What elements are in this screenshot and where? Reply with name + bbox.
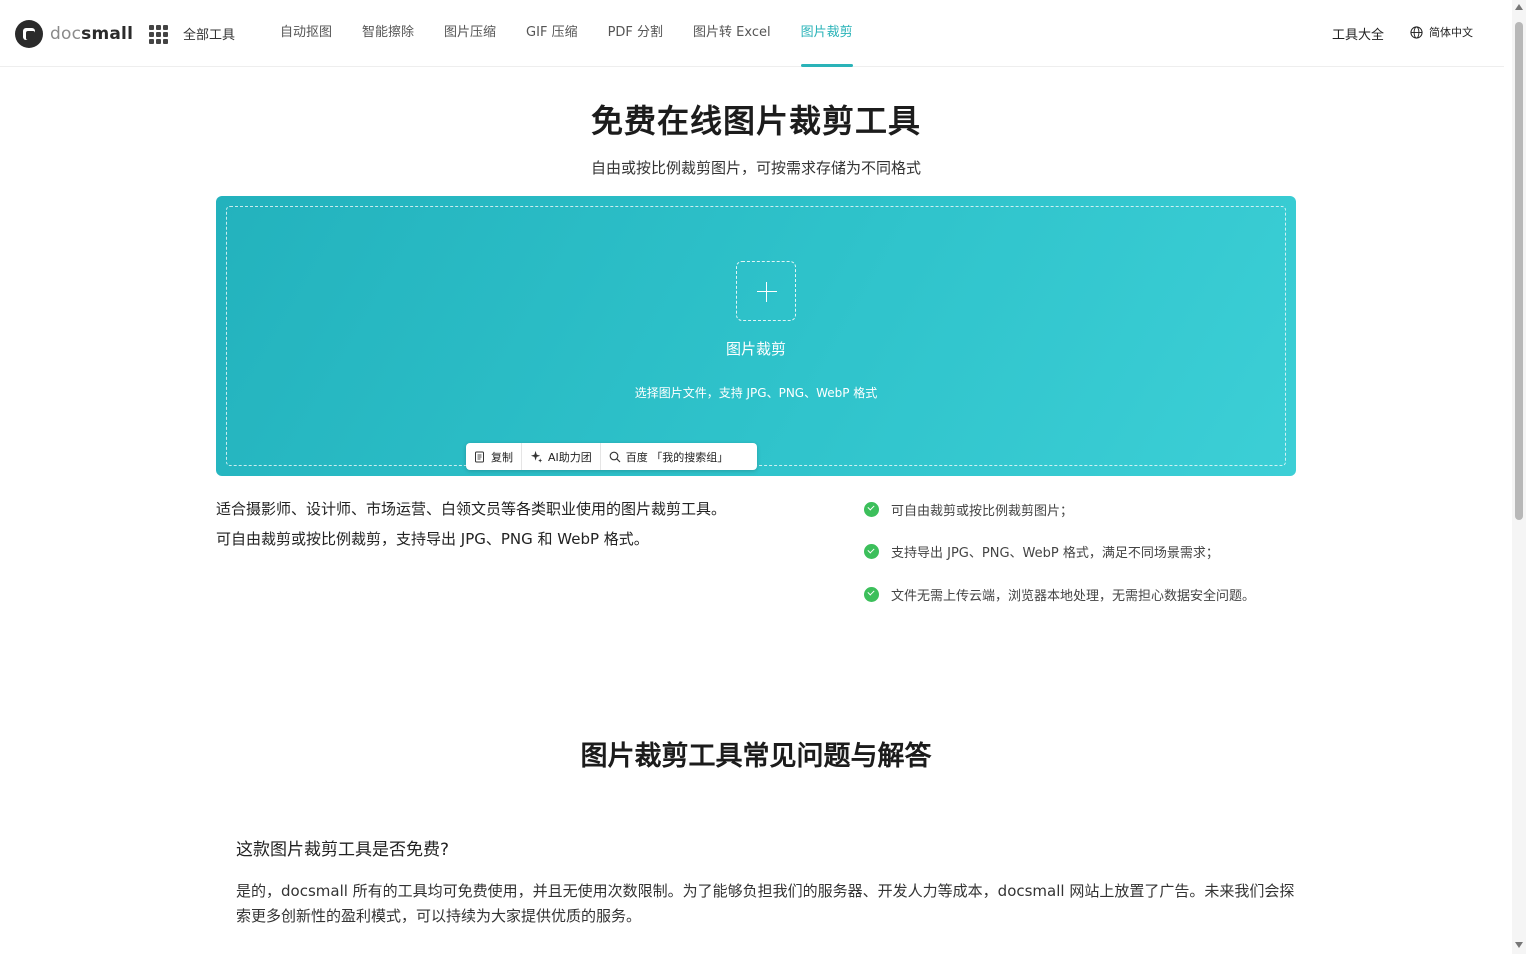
- search-icon: [609, 451, 621, 462]
- check-circle-icon: [864, 501, 879, 517]
- faq-title: 图片裁剪工具常见问题与解答: [580, 741, 932, 772]
- copy-label: 复制: [491, 450, 513, 464]
- language-selector[interactable]: 简体中文: [1410, 24, 1473, 40]
- top-header: docsmall 全部工具 自动抠图 智能擦除 图片压缩 GIF 压缩 PDF …: [0, 0, 1504, 67]
- page-scrollbar[interactable]: [1512, 0, 1526, 954]
- feature-text: 可自由裁剪或按比例裁剪图片；: [891, 503, 1074, 519]
- feature-text: 支持导出 JPG、PNG、WebP 格式，满足不同场景需求；: [891, 546, 1219, 561]
- scroll-down-arrow-icon[interactable]: [1515, 942, 1523, 948]
- copy-icon: [475, 451, 484, 462]
- scroll-up-arrow-icon[interactable]: [1515, 4, 1523, 10]
- feature-text: 文件无需上传云端，浏览器本地处理，无需担心数据安全问题。: [891, 588, 1256, 604]
- copy-button[interactable]: 复制: [466, 443, 522, 470]
- nav-item-image-crop[interactable]: 图片裁剪: [800, 0, 853, 67]
- add-file-plus-icon[interactable]: [736, 261, 796, 321]
- apps-grid-icon[interactable]: [149, 25, 168, 44]
- image-upload-dropzone[interactable]: 图片裁剪 选择图片文件，支持 JPG、PNG、WebP 格式 复制 AI助力团 …: [216, 196, 1296, 476]
- scroll-thumb[interactable]: [1515, 22, 1523, 520]
- page-title: 免费在线图片裁剪工具: [590, 102, 921, 140]
- logo-text: docsmall: [50, 24, 134, 44]
- feature-item: 文件无需上传云端，浏览器本地处理，无需担心数据安全问题。: [864, 583, 1255, 605]
- feature-item: 可自由裁剪或按比例裁剪图片；: [864, 498, 1255, 520]
- dropzone-hint: 选择图片文件，支持 JPG、PNG、WebP 格式: [634, 386, 878, 400]
- faq-question: 这款图片裁剪工具是否免费?: [236, 840, 450, 860]
- nav-item-smart-erase[interactable]: 智能擦除: [362, 0, 414, 67]
- nav-item-gif-compress[interactable]: GIF 压缩: [526, 0, 578, 67]
- logo-icon: [15, 20, 43, 48]
- main-nav: 自动抠图 智能擦除 图片压缩 GIF 压缩 PDF 分割 图片转 Excel 图…: [280, 0, 883, 67]
- sparkle-icon: [530, 450, 543, 463]
- globe-icon: [1410, 25, 1423, 39]
- feature-item: 支持导出 JPG、PNG、WebP 格式，满足不同场景需求；: [864, 541, 1255, 563]
- search-button[interactable]: 百度 「我的搜索组」: [601, 443, 737, 470]
- ai-assist-button[interactable]: AI助力团: [522, 443, 601, 470]
- page-subtitle: 自由或按比例裁剪图片，可按需求存储为不同格式: [590, 159, 921, 177]
- dropzone-border: 图片裁剪 选择图片文件，支持 JPG、PNG、WebP 格式 复制 AI助力团 …: [226, 206, 1286, 470]
- nav-item-image-compress[interactable]: 图片压缩: [444, 0, 496, 67]
- tools-directory-link[interactable]: 工具大全: [1332, 24, 1384, 43]
- feature-list: 可自由裁剪或按比例裁剪图片； 支持导出 JPG、PNG、WebP 格式，满足不同…: [864, 498, 1255, 626]
- nav-item-pdf-split[interactable]: PDF 分割: [608, 0, 663, 67]
- tool-description: 适合摄影师、设计师、市场运营、白领文员等各类职业使用的图片裁剪工具。可自由裁剪或…: [216, 500, 727, 548]
- check-circle-icon: [864, 586, 879, 602]
- text-selection-toolbar: 复制 AI助力团 百度 「我的搜索组」: [466, 443, 757, 470]
- nav-item-auto-cutout[interactable]: 自动抠图: [280, 0, 332, 67]
- faq-answer: 是的，docsmall 所有的工具均可免费使用，并且无使用次数限制。为了能够负担…: [236, 882, 1295, 925]
- search-label: 百度 「我的搜索组」: [625, 450, 729, 464]
- all-tools-link[interactable]: 全部工具: [183, 24, 235, 43]
- check-circle-icon: [864, 544, 879, 559]
- nav-item-image-to-excel[interactable]: 图片转 Excel: [693, 0, 771, 67]
- dropzone-label: 图片裁剪: [725, 340, 786, 358]
- docsmall-logo[interactable]: docsmall: [15, 20, 133, 48]
- language-label: 简体中文: [1429, 26, 1473, 39]
- ai-assist-label: AI助力团: [548, 450, 592, 464]
